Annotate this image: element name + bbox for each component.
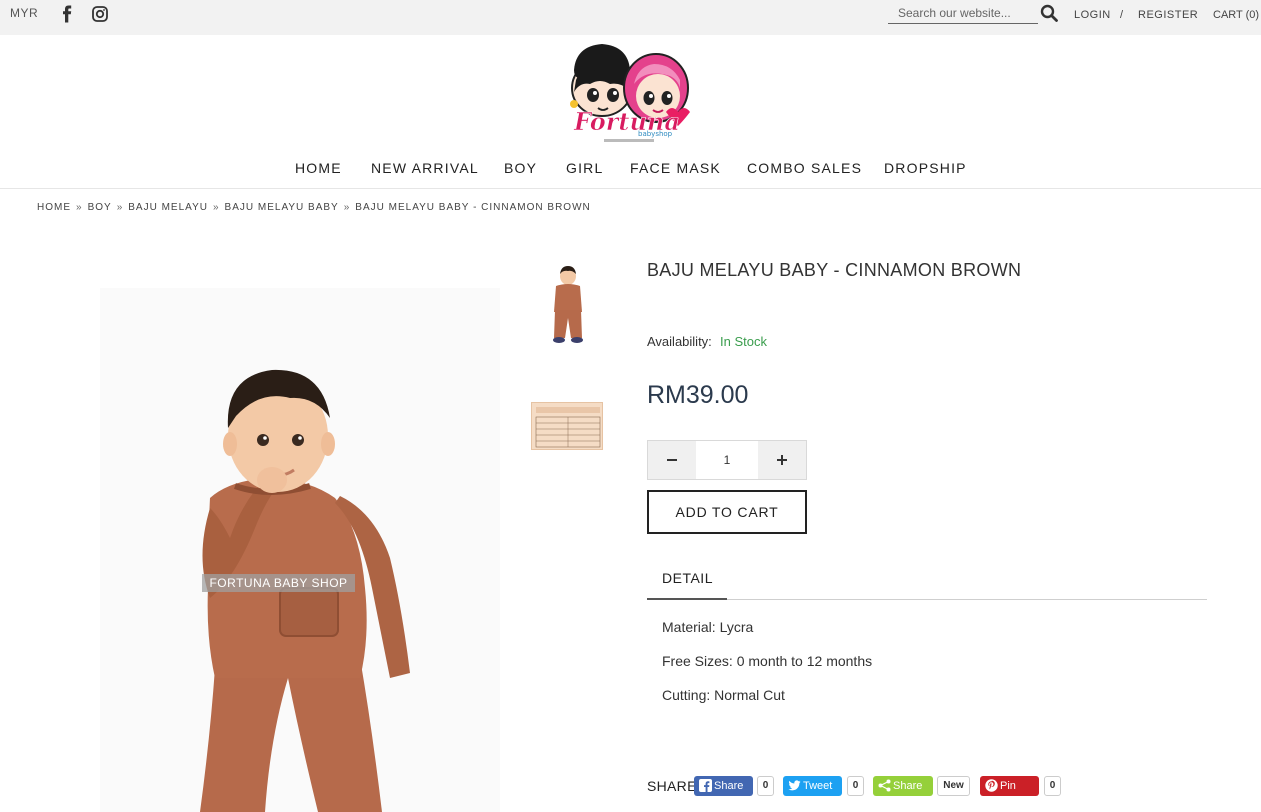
pinterest-pin-button[interactable]: Pin <box>980 776 1039 796</box>
cart-link[interactable]: CART (0) <box>1213 9 1259 21</box>
pinterest-icon <box>985 779 998 792</box>
tab-detail[interactable]: DETAIL <box>647 560 727 600</box>
add-to-cart-button[interactable]: ADD TO CART <box>647 490 807 534</box>
breadcrumb-home[interactable]: HOME <box>37 202 71 213</box>
main-product-image[interactable]: FORTUNA BABY SHOP <box>60 258 520 812</box>
nav-home[interactable]: HOME <box>295 160 342 176</box>
breadcrumb-separator: » <box>212 202 220 213</box>
breadcrumb-boy[interactable]: BOY <box>88 202 112 213</box>
product-price: RM39.00 <box>647 381 749 409</box>
availability-label: Availability: <box>647 334 712 349</box>
product-title: BAJU MELAYU BABY - CINNAMON BROWN <box>647 260 1022 280</box>
breadcrumb-separator: » <box>76 202 83 213</box>
facebook-icon <box>699 779 712 792</box>
detail-sizes: Free Sizes: 0 month to 12 months <box>662 653 873 669</box>
size-chart-graphic <box>532 403 602 449</box>
image-watermark: FORTUNA BABY SHOP <box>202 574 355 592</box>
plus-icon <box>777 455 787 465</box>
generic-share-count: New <box>937 776 970 796</box>
nav-girl[interactable]: GIRL <box>566 160 603 176</box>
nav-new-arrival[interactable]: NEW ARRIVAL <box>371 160 479 176</box>
nav-face-mask[interactable]: FACE MASK <box>630 160 721 176</box>
generic-share-label: Share <box>893 780 923 792</box>
thumbnail-size-chart[interactable] <box>531 402 603 450</box>
share-label: SHARE <box>647 778 697 794</box>
search-input[interactable] <box>888 3 1038 23</box>
instagram-icon[interactable] <box>92 6 108 22</box>
availability-status: In Stock <box>720 334 767 349</box>
breadcrumb-baju-melayu[interactable]: BAJU MELAYU <box>128 202 208 213</box>
currency-selector[interactable]: MYR <box>10 6 38 20</box>
quantity-decrease-button[interactable] <box>648 441 696 479</box>
main-navigation: HOME NEW ARRIVAL BOY GIRL FACE MASK COMB… <box>0 158 1261 189</box>
register-link[interactable]: REGISTER <box>1138 9 1198 21</box>
facebook-share-label: Share <box>714 780 744 792</box>
quantity-increase-button[interactable] <box>758 441 806 479</box>
top-bar: MYR LOGIN / REGISTER CART (0) <box>0 0 1261 35</box>
breadcrumb: HOME » BOY » BAJU MELAYU » BAJU MELAYU BABY » BA… <box>37 202 591 213</box>
thumbnail-product-photo[interactable] <box>536 262 600 350</box>
facebook-icon[interactable] <box>60 5 74 23</box>
quantity-input[interactable] <box>696 441 758 479</box>
pinterest-pin-count: 0 <box>1044 776 1061 796</box>
breadcrumb-baju-melayu-baby[interactable]: BAJU MELAYU BABY <box>225 202 339 213</box>
svg-text:babyshop: babyshop <box>638 130 673 138</box>
facebook-share-button[interactable]: Share <box>694 776 753 796</box>
detail-material: Material: Lycra <box>662 619 754 635</box>
breadcrumb-separator: » <box>343 202 351 213</box>
product-tabs: DETAIL <box>647 560 1207 600</box>
baby-photo <box>60 258 520 812</box>
nav-boy[interactable]: BOY <box>504 160 537 176</box>
detail-cutting: Cutting: Normal Cut <box>662 687 785 703</box>
twitter-tweet-label: Tweet <box>803 780 833 792</box>
generic-share-button[interactable]: Share <box>873 776 933 796</box>
breadcrumb-separator: » <box>116 202 124 213</box>
twitter-tweet-button[interactable]: Tweet <box>783 776 842 796</box>
twitter-tweet-count: 0 <box>847 776 864 796</box>
nav-combo-sales[interactable]: COMBO SALES <box>747 160 862 176</box>
quantity-stepper <box>647 440 807 480</box>
pinterest-pin-label: Pin <box>1000 780 1016 792</box>
twitter-icon <box>788 780 801 791</box>
search-box <box>888 3 1038 24</box>
login-link[interactable]: LOGIN <box>1074 9 1111 21</box>
facebook-share-count: 0 <box>757 776 774 796</box>
search-icon[interactable] <box>1040 4 1058 22</box>
breadcrumb-current: BAJU MELAYU BABY - CINNAMON BROWN <box>355 202 591 213</box>
site-logo[interactable]: Fortuna babyshop <box>560 40 696 144</box>
share-icon <box>878 779 891 792</box>
nav-dropship[interactable]: DROPSHIP <box>884 160 967 176</box>
minus-icon <box>667 459 677 461</box>
login-register-separator: / <box>1120 9 1124 21</box>
